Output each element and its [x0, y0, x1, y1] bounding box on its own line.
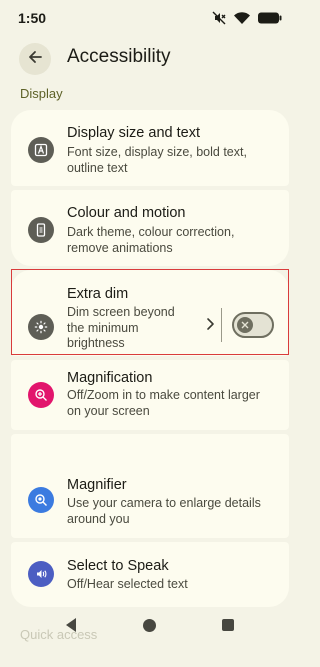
- setting-title: Magnification: [67, 370, 153, 386]
- mute-icon: [212, 11, 226, 25]
- status-time: 1:50: [18, 10, 47, 26]
- nav-home-icon[interactable]: [143, 619, 156, 632]
- magnifier-icon: [28, 487, 54, 513]
- setting-title: Select to Speak: [67, 558, 169, 574]
- setting-title: Colour and motion: [67, 205, 186, 221]
- setting-item-display-size[interactable]: Display size and text Font size, display…: [11, 110, 289, 186]
- system-nav-bar: [0, 607, 300, 667]
- speak-icon: [28, 561, 54, 587]
- battery-icon: [258, 12, 282, 24]
- setting-item-magnifier[interactable]: Magnifier Use your camera to enlarge det…: [11, 434, 289, 538]
- setting-title: Display size and text: [67, 125, 200, 141]
- phone-color-icon: [28, 217, 54, 243]
- section-label-display: Display: [20, 86, 63, 101]
- page-title: Accessibility: [67, 46, 171, 67]
- setting-item-extra-dim[interactable]: Extra dim Dim screen beyond the minimum …: [11, 270, 289, 356]
- back-button[interactable]: [19, 43, 51, 75]
- close-icon: [237, 317, 253, 333]
- setting-subtitle: Font size, display size, bold text, outl…: [67, 145, 247, 175]
- text-size-icon: [28, 137, 54, 163]
- status-bar: 1:50: [0, 0, 300, 36]
- zoom-plus-icon: [28, 382, 54, 408]
- nav-recents-icon[interactable]: [222, 619, 234, 631]
- setting-item-colour-motion[interactable]: Colour and motion Dark theme, colour cor…: [11, 190, 289, 266]
- setting-title: Magnifier: [67, 477, 127, 493]
- chevron-right-icon[interactable]: [202, 316, 218, 332]
- wifi-icon: [234, 11, 250, 25]
- setting-item-magnification[interactable]: Magnification Off/Zoom in to make conten…: [11, 360, 289, 430]
- setting-subtitle: Use your camera to enlarge details aroun…: [67, 496, 261, 526]
- setting-item-select-to-speak[interactable]: Select to Speak Off/Hear selected text: [11, 542, 289, 607]
- setting-subtitle: Dim screen beyond the minimum brightness: [67, 305, 175, 350]
- setting-subtitle: Off/Hear selected text: [67, 577, 188, 591]
- top-app-bar: Accessibility: [0, 40, 300, 78]
- arrow-left-icon: [27, 49, 43, 70]
- setting-title: Extra dim: [67, 286, 129, 302]
- status-icons: [212, 11, 282, 25]
- dim-sun-icon: [28, 314, 54, 340]
- setting-subtitle: Dark theme, colour correction, remove an…: [67, 225, 235, 255]
- setting-subtitle: Off/Zoom in to make content larger on yo…: [67, 388, 260, 418]
- extra-dim-toggle[interactable]: [232, 312, 274, 338]
- nav-back-icon[interactable]: [64, 617, 78, 638]
- divider: [221, 308, 222, 342]
